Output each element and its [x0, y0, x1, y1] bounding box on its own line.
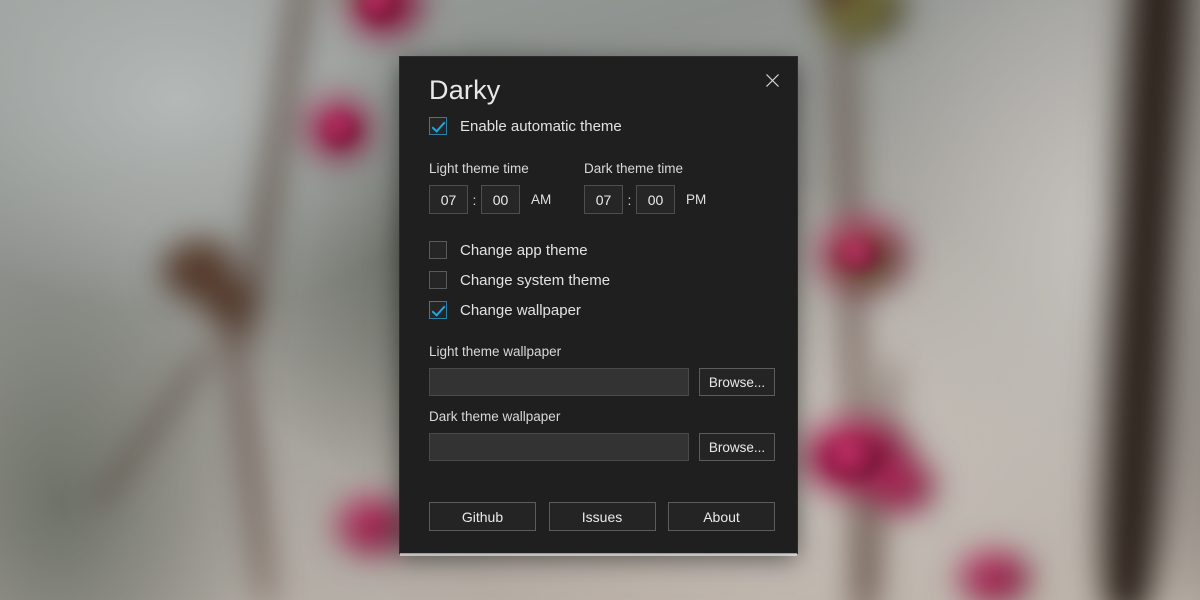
close-icon [765, 73, 779, 87]
darky-settings-dialog: Darky Enable automatic theme Light theme… [400, 57, 797, 556]
change-system-theme-row[interactable]: Change system theme [429, 271, 775, 289]
screen: Darky Enable automatic theme Light theme… [0, 0, 1200, 600]
dialog-footer: Github Issues About [429, 502, 775, 531]
github-button[interactable]: Github [429, 502, 536, 531]
change-system-theme-checkbox[interactable] [429, 271, 447, 289]
theme-time-section: Light theme time : AM Dark theme time : [429, 161, 775, 214]
page-title: Darky [429, 75, 501, 105]
enable-automatic-theme-label: Enable automatic theme [460, 117, 622, 135]
dark-theme-minute-input[interactable] [636, 185, 675, 214]
change-wallpaper-row[interactable]: Change wallpaper [429, 301, 775, 319]
light-theme-minute-input[interactable] [481, 185, 520, 214]
dark-theme-time-separator: : [627, 191, 632, 208]
dialog-body: Enable automatic theme Light theme time … [429, 117, 775, 461]
change-system-theme-label: Change system theme [460, 271, 611, 289]
dark-theme-wallpaper-browse-button[interactable]: Browse... [699, 433, 775, 461]
dark-theme-time-group: Dark theme time : PM [584, 161, 739, 214]
light-theme-wallpaper-input[interactable] [429, 368, 689, 396]
enable-automatic-theme-checkbox[interactable] [429, 117, 447, 135]
theme-options-list: Change app theme Change system theme Cha… [429, 241, 775, 319]
dark-theme-meridiem[interactable]: PM [686, 192, 706, 207]
dark-theme-wallpaper-section: Dark theme wallpaper Browse... [429, 409, 775, 461]
light-theme-time-separator: : [472, 191, 477, 208]
dark-theme-wallpaper-input[interactable] [429, 433, 689, 461]
change-wallpaper-label: Change wallpaper [460, 301, 581, 319]
light-theme-time-group: Light theme time : AM [429, 161, 584, 214]
change-app-theme-checkbox[interactable] [429, 241, 447, 259]
issues-button[interactable]: Issues [548, 502, 656, 531]
enable-automatic-theme-row[interactable]: Enable automatic theme [429, 117, 775, 135]
light-theme-meridiem[interactable]: AM [531, 192, 551, 207]
dark-theme-wallpaper-label: Dark theme wallpaper [429, 409, 561, 424]
change-app-theme-label: Change app theme [460, 241, 588, 259]
light-theme-wallpaper-label: Light theme wallpaper [429, 344, 562, 359]
about-button[interactable]: About [668, 502, 775, 531]
change-app-theme-row[interactable]: Change app theme [429, 241, 775, 259]
light-theme-time-label: Light theme time [429, 161, 529, 176]
light-theme-wallpaper-section: Light theme wallpaper Browse... [429, 344, 775, 396]
dark-theme-hour-input[interactable] [584, 185, 623, 214]
dark-theme-time-label: Dark theme time [584, 161, 684, 176]
light-theme-hour-input[interactable] [429, 185, 468, 214]
change-wallpaper-checkbox[interactable] [429, 301, 447, 319]
light-theme-wallpaper-browse-button[interactable]: Browse... [699, 368, 775, 396]
close-button[interactable] [755, 65, 789, 95]
